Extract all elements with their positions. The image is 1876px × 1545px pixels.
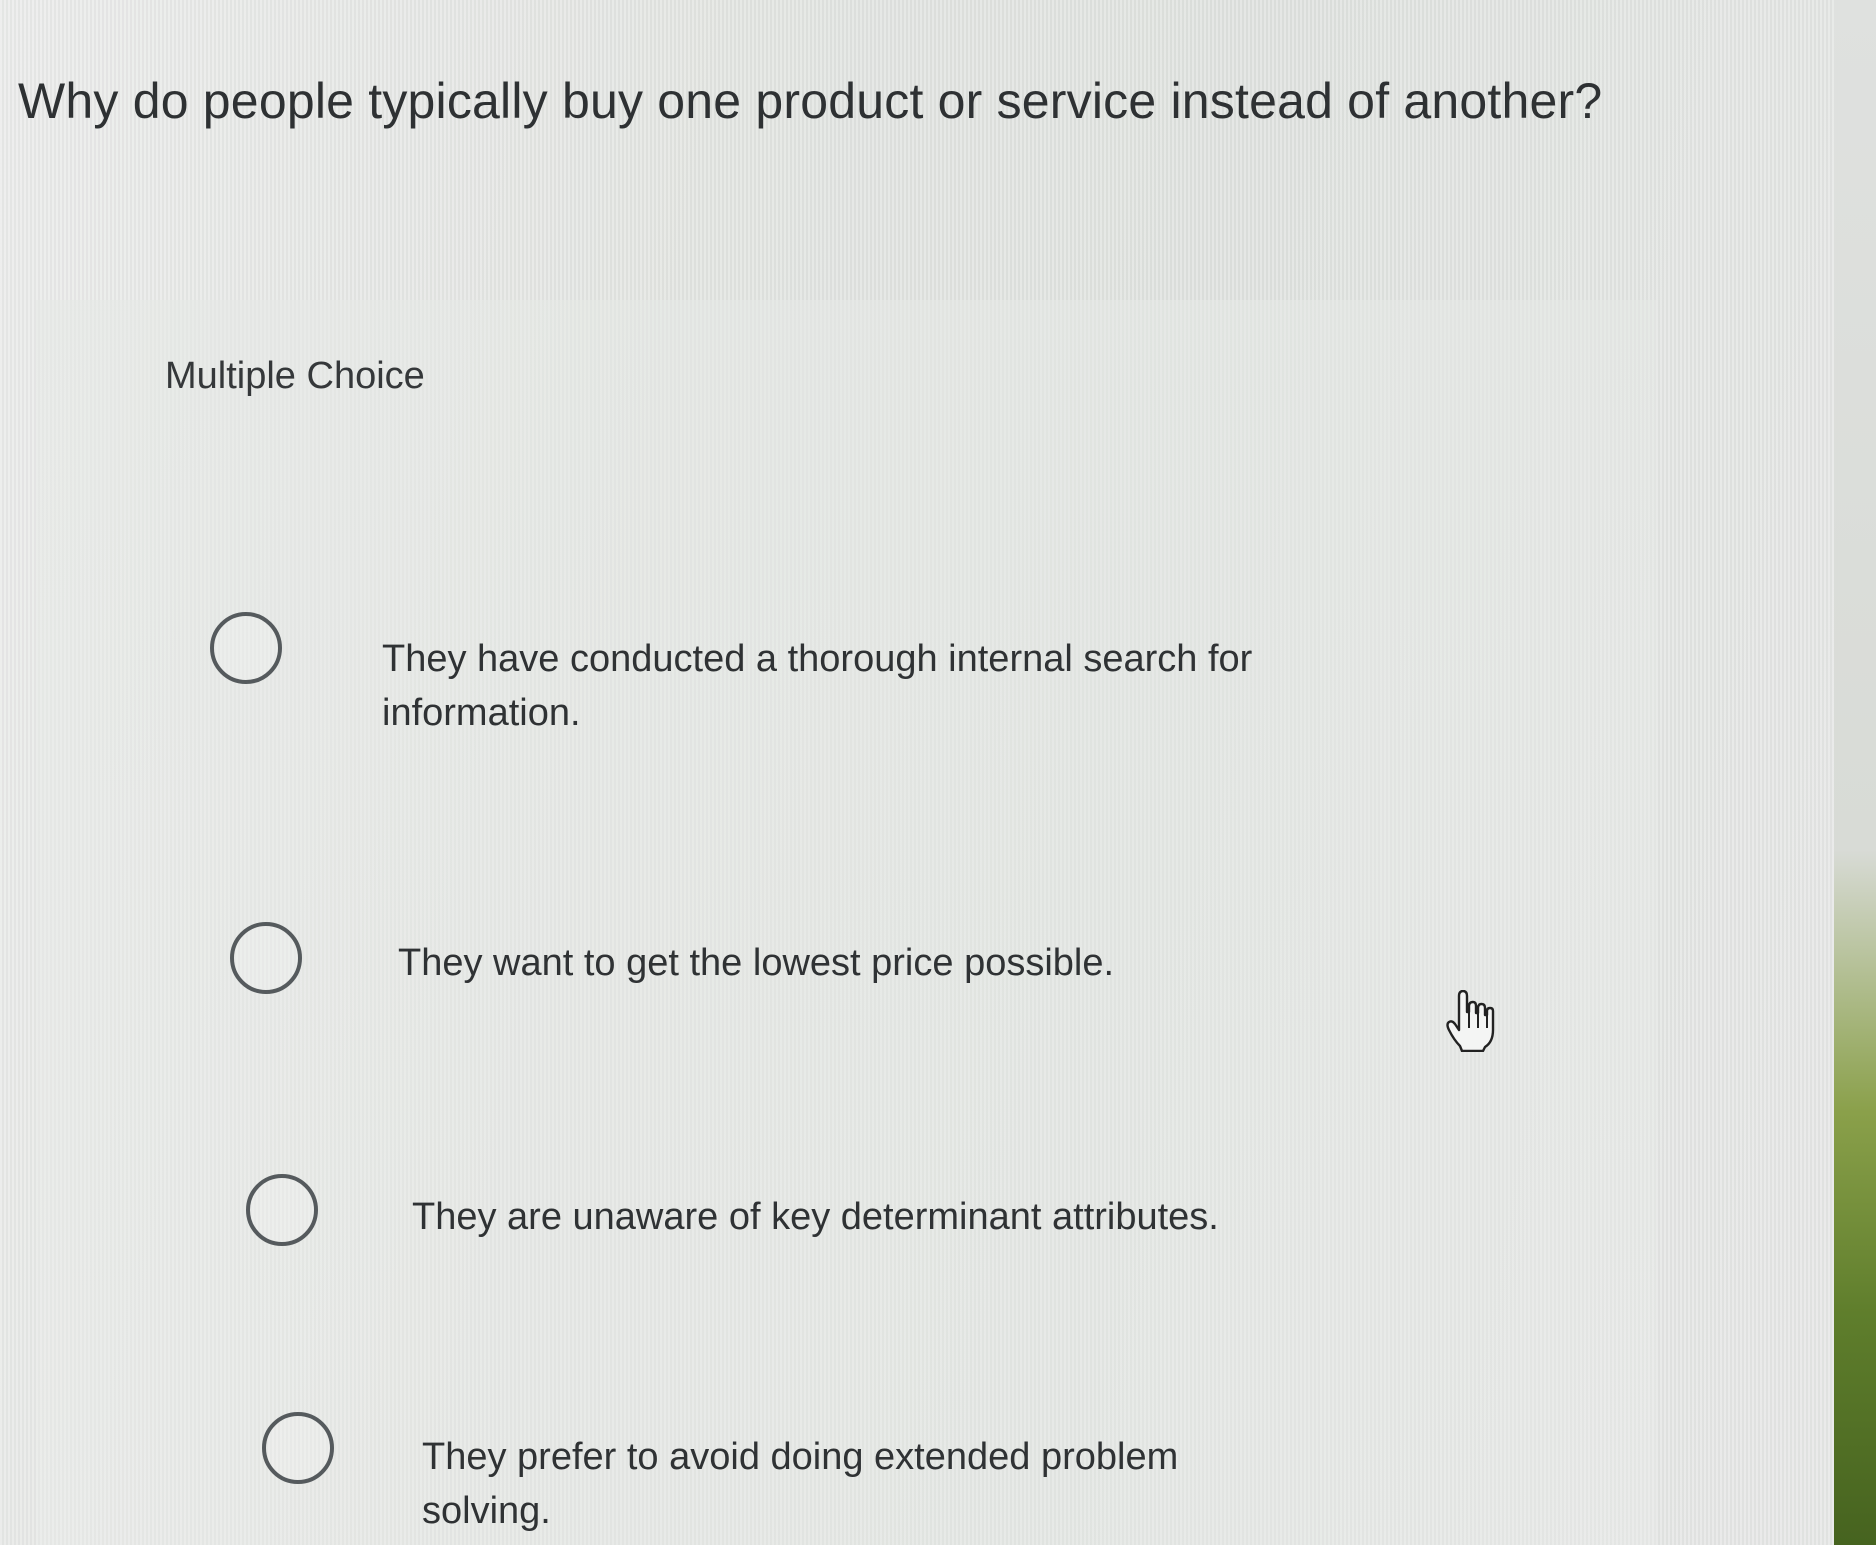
radio-button-2[interactable] [230,922,302,994]
hand-pointer-icon [1446,990,1495,1052]
choice-label-2: They want to get the lowest price possib… [398,942,1115,984]
radio-button-3[interactable] [246,1174,318,1246]
choice-label-3: They are unaware of key determinant attr… [412,1196,1219,1238]
question-text: Why do people typically buy one product … [18,73,1603,129]
question-panel: Why do people typically buy one product … [0,0,1834,1545]
choice-label-1: They have conducted a thorough internal … [382,638,1253,734]
question-type-label: Multiple Choice [165,355,425,397]
radio-button-1[interactable] [210,612,282,684]
radio-button-4[interactable] [262,1412,334,1484]
screen: Why do people typically buy one product … [0,0,1876,1545]
screen-edge-background [1834,0,1876,1545]
choices-card [36,300,1656,1545]
choice-label-4: They prefer to avoid doing extended prob… [422,1436,1179,1532]
